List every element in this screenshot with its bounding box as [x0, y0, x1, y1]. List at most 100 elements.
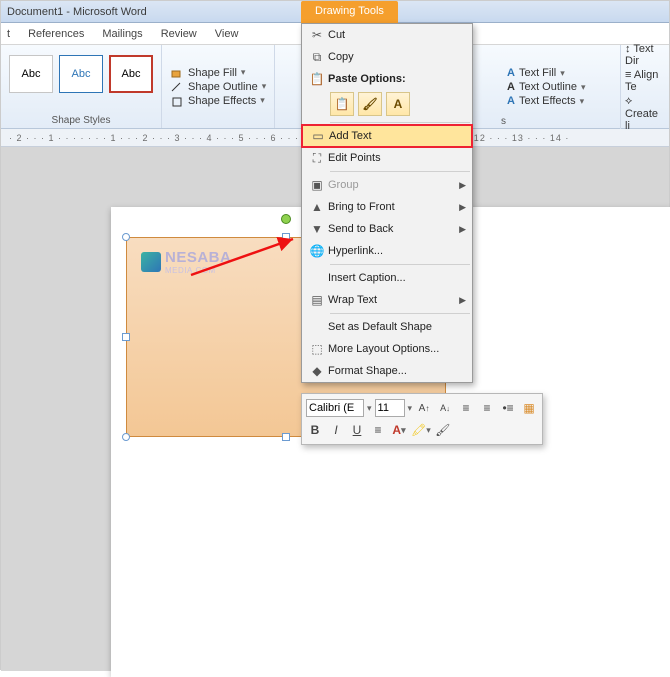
bold-button[interactable]: B [306, 421, 324, 439]
text-fill-icon: A [507, 67, 515, 79]
chevron-down-icon[interactable]: ▾ [408, 403, 413, 414]
text-fill-button[interactable]: AText Fill ▾ [507, 67, 614, 79]
menu-separator [330, 171, 470, 172]
paste-brush-icon: 🖌 [362, 97, 377, 111]
font-selector[interactable] [306, 399, 364, 417]
style-swatch-2[interactable]: Abc [59, 55, 103, 93]
create-link-button[interactable]: ⟡ Create li [625, 95, 665, 132]
text-effects-icon: A [507, 95, 515, 107]
shape-fill-label: Shape Fill [188, 67, 237, 79]
chevron-down-icon[interactable]: ▾ [367, 403, 372, 414]
text-fill-label: Text Fill [519, 67, 556, 79]
globe-icon: 🌐 [306, 244, 328, 258]
menu-insert-caption[interactable]: Insert Caption... [302, 267, 472, 289]
send-back-icon: ▼ [306, 222, 328, 236]
align-icon: ≡ [625, 69, 631, 81]
align-text-button[interactable]: ≡ Align Te [625, 69, 665, 93]
scissors-icon: ✂ [306, 28, 328, 42]
menu-paste-options-header: 📋Paste Options: [302, 68, 472, 90]
menu-cut[interactable]: ✂Cut [302, 24, 472, 46]
shape-outline-button[interactable]: Shape Outline ▾ [170, 81, 266, 93]
text-effects-button[interactable]: A Text Effects ▾ [507, 95, 614, 107]
shape-options: Shape Fill ▾ Shape Outline ▾ Shape Effec… [162, 45, 275, 128]
paste-option-2[interactable]: 🖌 [358, 92, 382, 116]
styles-button[interactable]: ▦ [520, 399, 538, 417]
tab-references[interactable]: References [28, 28, 84, 40]
menu-wrap-text[interactable]: ▤Wrap Text▶ [302, 289, 472, 311]
chevron-down-icon: ▾ [260, 95, 265, 106]
style-swatch-1[interactable]: Abc [9, 55, 53, 93]
group-icon: ▣ [306, 178, 328, 192]
copy-icon: ⧉ [306, 50, 328, 65]
highlight-button[interactable]: 🖍▾ [411, 421, 431, 439]
format-painter-button[interactable]: 🖌 [434, 421, 452, 439]
shrink-font-button[interactable]: A↓ [436, 399, 454, 417]
shape-outline-label: Shape Outline [188, 81, 258, 93]
tab-mailings[interactable]: Mailings [102, 28, 142, 40]
drawing-tools-tab[interactable]: Drawing Tools [301, 1, 398, 23]
chevron-down-icon: ▾ [580, 96, 585, 107]
increase-indent-button[interactable]: ≡ [478, 399, 496, 417]
context-menu: ✂Cut ⧉Copy 📋Paste Options: 📋 🖌 A ▭Add Te… [301, 23, 473, 383]
align-center-button[interactable]: ≡ [369, 421, 387, 439]
menu-format-shape[interactable]: ◆Format Shape... [302, 360, 472, 382]
menu-copy[interactable]: ⧉Copy [302, 46, 472, 68]
shape-fill-button[interactable]: Shape Fill ▾ [170, 67, 266, 79]
text-outline-icon: A [507, 81, 515, 93]
rotate-handle[interactable] [281, 214, 291, 224]
paste-options-row: 📋 🖌 A [302, 90, 472, 120]
resize-handle-t[interactable] [282, 233, 290, 241]
text-effects-label: Text Effects [519, 95, 576, 107]
layout-icon: ⬚ [306, 342, 328, 356]
mini-toolbar: ▾ ▾ A↑ A↓ ≡ ≡ •≡ ▦ B I U ≡ A▾ 🖍▾ 🖌 [301, 393, 543, 445]
menu-separator [330, 264, 470, 265]
grow-font-button[interactable]: A↑ [415, 399, 433, 417]
shape-styles-group: Abc Abc Abc Shape Styles [1, 45, 162, 128]
wordart-label: s [501, 116, 620, 127]
menu-group: ▣Group▶ [302, 174, 472, 196]
underline-button[interactable]: U [348, 421, 366, 439]
edit-points-icon: ⛶ [306, 151, 328, 166]
submenu-arrow-icon: ▶ [459, 180, 466, 191]
italic-button[interactable]: I [327, 421, 345, 439]
clipboard-icon: 📋 [306, 72, 328, 86]
paste-text-icon: A [394, 97, 403, 111]
watermark: NESABA MEDIA.COM [141, 249, 231, 275]
watermark-sub: MEDIA.COM [165, 266, 231, 275]
shape-effects-button[interactable]: Shape Effects ▾ [170, 95, 266, 107]
paste-option-3[interactable]: A [386, 92, 410, 116]
resize-handle-b[interactable] [282, 433, 290, 441]
wordart-styles-group: A Text Fill ▾ AText Outline ▾ A Text Effec… [501, 45, 621, 129]
tab-fragment[interactable]: t [7, 28, 10, 40]
chevron-down-icon: ▾ [241, 67, 246, 78]
menu-hyperlink[interactable]: 🌐Hyperlink... [302, 240, 472, 262]
menu-more-layout[interactable]: ⬚More Layout Options... [302, 338, 472, 360]
shape-effects-label: Shape Effects [188, 95, 256, 107]
menu-bring-to-front[interactable]: ▲Bring to Front▶ [302, 196, 472, 218]
font-color-button[interactable]: A▾ [390, 421, 408, 439]
text-outline-button[interactable]: AText Outline ▾ [507, 81, 614, 93]
tab-review[interactable]: Review [161, 28, 197, 40]
format-shape-icon: ◆ [306, 364, 328, 378]
decrease-indent-button[interactable]: ≡ [457, 399, 475, 417]
style-swatch-3[interactable]: Abc [109, 55, 153, 93]
bring-front-icon: ▲ [306, 200, 328, 214]
watermark-logo-icon [141, 252, 161, 272]
tab-view[interactable]: View [215, 28, 239, 40]
menu-set-default-shape[interactable]: Set as Default Shape [302, 316, 472, 338]
menu-send-to-back[interactable]: ▼Send to Back▶ [302, 218, 472, 240]
link-icon: ⟡ [625, 95, 632, 107]
menu-add-text[interactable]: ▭Add Text [302, 125, 472, 147]
menu-separator [330, 313, 470, 314]
resize-handle-l[interactable] [122, 333, 130, 341]
resize-handle-tl[interactable] [122, 233, 130, 241]
submenu-arrow-icon: ▶ [459, 295, 466, 306]
paste-option-1[interactable]: 📋 [330, 92, 354, 116]
text-direction-button[interactable]: ↕ Text Dir [625, 43, 665, 67]
chevron-down-icon: ▾ [262, 81, 267, 92]
font-size-selector[interactable] [375, 399, 405, 417]
bullets-button[interactable]: •≡ [499, 399, 517, 417]
chevron-down-icon: ▾ [581, 82, 586, 93]
resize-handle-bl[interactable] [122, 433, 130, 441]
menu-edit-points[interactable]: ⛶Edit Points [302, 147, 472, 169]
